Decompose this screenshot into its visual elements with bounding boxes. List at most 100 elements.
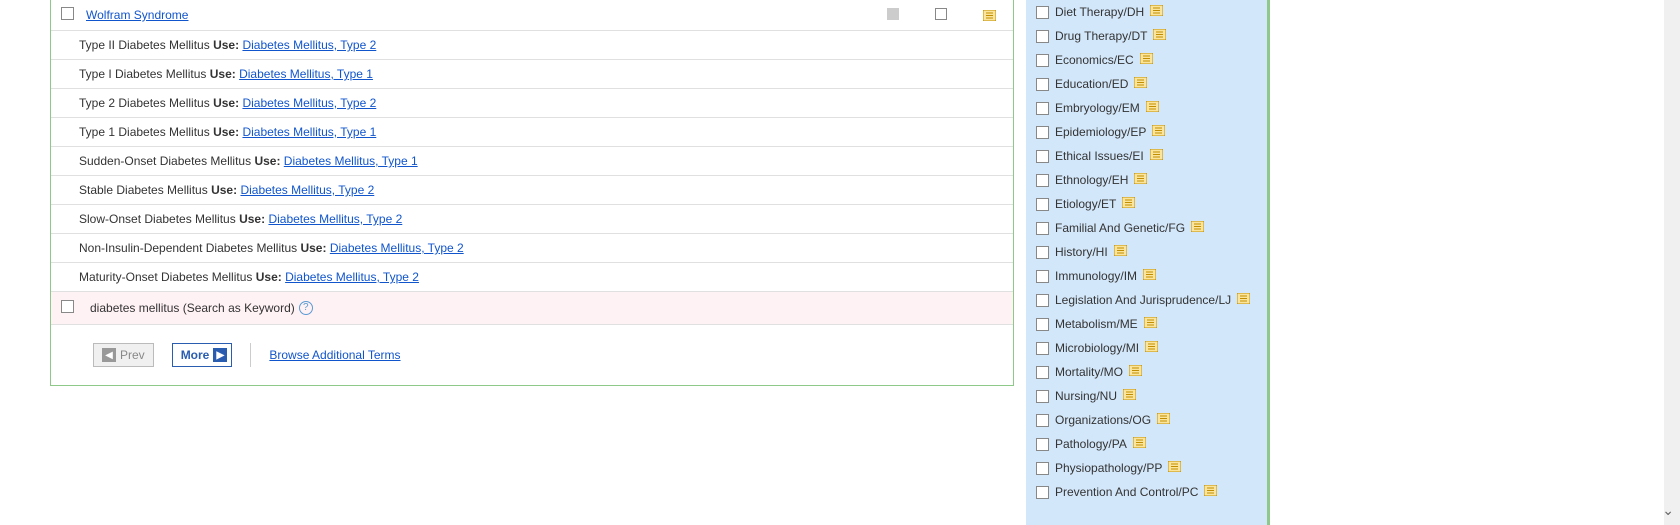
subheading-item: Epidemiology/EP [1036,120,1257,144]
use-label: Use: [213,125,239,139]
scope-note-icon[interactable] [1153,29,1166,40]
focus-checkbox[interactable] [935,8,947,20]
subheading-label: Prevention And Control/PC [1055,485,1198,499]
scope-note-icon[interactable] [1114,245,1127,256]
subheading-checkbox[interactable] [1036,366,1049,379]
subheading-item: Metabolism/ME [1036,312,1257,336]
term-checkbox[interactable] [61,7,74,20]
explode-indicator[interactable] [887,8,899,20]
use-target-link[interactable]: Diabetes Mellitus, Type 2 [285,270,419,284]
scope-note-icon[interactable] [1133,437,1146,448]
subheading-item: Drug Therapy/DT [1036,24,1257,48]
subheading-checkbox[interactable] [1036,150,1049,163]
scope-note-icon[interactable] [1237,293,1250,304]
term-link[interactable]: Wolfram Syndrome [86,8,188,22]
scope-note-icon[interactable] [1129,365,1142,376]
use-target-link[interactable]: Diabetes Mellitus, Type 2 [242,38,376,52]
use-term-text: Type II Diabetes Mellitus [79,38,210,52]
keyword-checkbox[interactable] [61,300,74,313]
chevron-down-icon[interactable]: ⌄ [1662,502,1674,519]
use-term-text: Sudden-Onset Diabetes Mellitus [79,154,251,168]
subheading-checkbox[interactable] [1036,486,1049,499]
use-row: Slow-Onset Diabetes Mellitus Use: Diabet… [51,205,1013,234]
subheading-checkbox[interactable] [1036,222,1049,235]
subheading-label: Education/ED [1055,77,1128,91]
subheading-checkbox[interactable] [1036,342,1049,355]
use-label: Use: [213,38,239,52]
use-target-link[interactable]: Diabetes Mellitus, Type 2 [242,96,376,110]
use-target-link[interactable]: Diabetes Mellitus, Type 2 [330,241,464,255]
scope-note-icon[interactable] [1123,389,1136,400]
scope-note-icon[interactable] [1191,221,1204,232]
scope-note-icon[interactable] [1152,125,1165,136]
scope-note-icon[interactable] [1134,77,1147,88]
subheading-checkbox[interactable] [1036,318,1049,331]
use-target-link[interactable]: Diabetes Mellitus, Type 2 [240,183,374,197]
subheading-checkbox[interactable] [1036,390,1049,403]
scope-note-icon[interactable] [1144,317,1157,328]
subheading-checkbox[interactable] [1036,6,1049,19]
scope-note-icon[interactable] [1134,173,1147,184]
chevron-right-icon: ▶ [213,348,227,362]
subheading-checkbox[interactable] [1036,198,1049,211]
scope-note-icon[interactable] [1145,341,1158,352]
use-row: Type I Diabetes Mellitus Use: Diabetes M… [51,60,1013,89]
subheading-item: History/HI [1036,240,1257,264]
use-term-text: Type I Diabetes Mellitus [79,67,206,81]
more-button[interactable]: More▶ [172,343,233,367]
use-target-link[interactable]: Diabetes Mellitus, Type 1 [242,125,376,139]
subheading-checkbox[interactable] [1036,78,1049,91]
scrollbar-track[interactable] [1664,0,1680,525]
prev-button: ◀Prev [93,343,154,367]
subheading-checkbox[interactable] [1036,54,1049,67]
subheading-item: Prevention And Control/PC [1036,480,1257,504]
subheading-label: Drug Therapy/DT [1055,29,1147,43]
subheading-label: History/HI [1055,245,1108,259]
subheading-label: Etiology/ET [1055,197,1116,211]
scope-note-icon[interactable] [1122,197,1135,208]
use-target-link[interactable]: Diabetes Mellitus, Type 2 [268,212,402,226]
subheading-checkbox[interactable] [1036,174,1049,187]
subheadings-sidebar: Diet Therapy/DH Drug Therapy/DT Economic… [1026,0,1270,525]
subheading-checkbox[interactable] [1036,294,1049,307]
scope-note-icon[interactable] [1150,5,1163,16]
use-term-text: Type 1 Diabetes Mellitus [79,125,210,139]
browse-additional-link[interactable]: Browse Additional Terms [269,348,400,362]
subheading-checkbox[interactable] [1036,438,1049,451]
chevron-left-icon: ◀ [102,348,116,362]
subheading-checkbox[interactable] [1036,270,1049,283]
scope-note-icon[interactable] [1150,149,1163,160]
subheading-label: Metabolism/ME [1055,317,1138,331]
subheading-checkbox[interactable] [1036,126,1049,139]
scope-note-icon[interactable] [1168,461,1181,472]
subheading-label: Nursing/NU [1055,389,1117,403]
scope-note-icon[interactable] [1204,485,1217,496]
use-row: Maturity-Onset Diabetes Mellitus Use: Di… [51,263,1013,292]
help-icon[interactable]: ? [299,301,313,315]
subheading-label: Ethnology/EH [1055,173,1128,187]
subheading-checkbox[interactable] [1036,246,1049,259]
use-label: Use: [210,67,236,81]
subheading-item: Etiology/ET [1036,192,1257,216]
scope-note-icon[interactable] [1140,53,1153,64]
subheading-checkbox[interactable] [1036,462,1049,475]
use-target-link[interactable]: Diabetes Mellitus, Type 1 [284,154,418,168]
scope-note-icon[interactable] [1157,413,1170,424]
subheading-checkbox[interactable] [1036,414,1049,427]
scope-note-icon[interactable] [1143,269,1156,280]
use-row: Sudden-Onset Diabetes Mellitus Use: Diab… [51,147,1013,176]
scope-note-icon[interactable] [983,10,996,21]
scope-note-icon[interactable] [1146,101,1159,112]
subheading-checkbox[interactable] [1036,102,1049,115]
use-label: Use: [239,212,265,226]
subheading-item: Ethical Issues/EI [1036,144,1257,168]
subheading-label: Economics/EC [1055,53,1134,67]
use-target-link[interactable]: Diabetes Mellitus, Type 1 [239,67,373,81]
subheading-item: Education/ED [1036,72,1257,96]
subheading-label: Ethical Issues/EI [1055,149,1144,163]
subheading-checkbox[interactable] [1036,30,1049,43]
subheading-item: Immunology/IM [1036,264,1257,288]
subheading-item: Physiopathology/PP [1036,456,1257,480]
subheading-item: Nursing/NU [1036,384,1257,408]
subheading-item: Economics/EC [1036,48,1257,72]
